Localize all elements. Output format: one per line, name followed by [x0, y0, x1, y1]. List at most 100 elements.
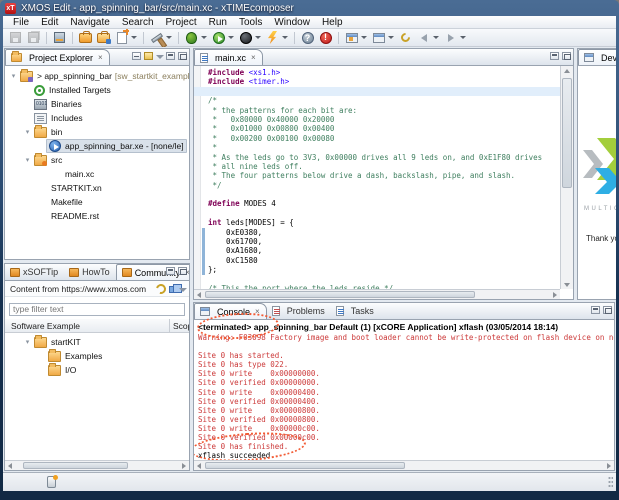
- editor-hscrollbar[interactable]: [194, 289, 560, 299]
- debug-perspective-dropdown[interactable]: [388, 36, 394, 39]
- menu-run[interactable]: Run: [203, 17, 233, 28]
- twisty-icon[interactable]: ▾: [23, 156, 32, 164]
- new-wizard-button[interactable]: [113, 30, 130, 46]
- tree-item-i-o[interactable]: I/O: [5, 363, 189, 377]
- editor-vscrollbar[interactable]: [560, 66, 573, 289]
- tab-main-xc[interactable]: main.xc ×: [194, 49, 263, 65]
- scroll-left-icon[interactable]: [194, 290, 204, 299]
- twisty-icon[interactable]: ▾: [23, 128, 32, 136]
- close-icon[interactable]: ×: [251, 53, 256, 62]
- tree-item-binaries[interactable]: Binaries: [5, 97, 189, 111]
- tab-howto[interactable]: HowTo: [64, 264, 116, 280]
- profile-dropdown[interactable]: [255, 36, 261, 39]
- tree-item-main-xc[interactable]: main.xc: [5, 167, 189, 181]
- debug-button[interactable]: [183, 30, 200, 46]
- tab-develop[interactable]: Develop: [578, 49, 616, 65]
- tab-problems[interactable]: Problems: [267, 303, 331, 319]
- tree-item-bin[interactable]: ▾bin: [5, 125, 189, 139]
- maximize-icon[interactable]: [603, 306, 612, 314]
- tree-item-includes[interactable]: Includes: [5, 111, 189, 125]
- back-button[interactable]: [415, 30, 432, 46]
- help-button[interactable]: ?: [299, 30, 316, 46]
- import-button[interactable]: [51, 30, 68, 46]
- refresh-icon[interactable]: [154, 282, 168, 296]
- minimize-icon[interactable]: [166, 267, 175, 275]
- menu-navigate[interactable]: Navigate: [64, 17, 115, 28]
- tree-item-makefile[interactable]: Makefile: [5, 195, 189, 209]
- collapse-all-icon[interactable]: [132, 52, 141, 60]
- tab-xsoftip[interactable]: xSOFTip: [5, 264, 64, 280]
- new-xmos-project-button[interactable]: [95, 30, 112, 46]
- flash-button[interactable]: [264, 30, 281, 46]
- save-button[interactable]: [7, 30, 24, 46]
- link-with-editor-icon[interactable]: [144, 52, 153, 60]
- tree-item-startkit-xn[interactable]: STARTKIT.xn: [5, 181, 189, 195]
- tree-item-readme-rst[interactable]: README.rst: [5, 209, 189, 223]
- resize-grip-icon[interactable]: [608, 476, 613, 488]
- stop-button[interactable]: !: [317, 30, 334, 46]
- debug-dropdown[interactable]: [201, 36, 207, 39]
- scroll-left-icon[interactable]: [5, 461, 15, 470]
- tab-tasks[interactable]: Tasks: [331, 303, 380, 319]
- run-dropdown[interactable]: [228, 36, 234, 39]
- code-editor[interactable]: #include <xs1.h>#include <timer.h> /* * …: [194, 66, 560, 289]
- scroll-thumb[interactable]: [562, 78, 572, 188]
- tab-console[interactable]: Console ×: [194, 303, 267, 319]
- scroll-right-icon[interactable]: [604, 461, 614, 470]
- open-perspective-button[interactable]: [343, 30, 360, 46]
- tree-item-examples[interactable]: Examples: [5, 349, 189, 363]
- console-hscrollbar[interactable]: [194, 460, 614, 470]
- maximize-icon[interactable]: [178, 52, 187, 60]
- column-header[interactable]: Software Example Scope: [5, 319, 189, 333]
- twisty-icon[interactable]: ▾: [23, 338, 32, 346]
- menu-edit[interactable]: Edit: [35, 17, 64, 28]
- forward-dropdown[interactable]: [460, 36, 466, 39]
- view-menu-icon[interactable]: [156, 52, 163, 60]
- new-wizard-dropdown[interactable]: [131, 36, 137, 39]
- menu-window[interactable]: Window: [268, 17, 316, 28]
- menu-tools[interactable]: Tools: [233, 17, 268, 28]
- tree-item-startkit[interactable]: ▾startKIT: [5, 335, 189, 349]
- maximize-icon[interactable]: [562, 52, 571, 60]
- scroll-thumb[interactable]: [23, 462, 128, 469]
- save-all-button[interactable]: [25, 30, 42, 46]
- new-project-button[interactable]: [77, 30, 94, 46]
- profile-button[interactable]: [237, 30, 254, 46]
- tab-project-explorer[interactable]: Project Explorer ×: [5, 49, 110, 65]
- tree-item-src[interactable]: ▾src: [5, 153, 189, 167]
- tree-item-installed-targets[interactable]: Installed Targets: [5, 83, 189, 97]
- title-bar[interactable]: xT XMOS Edit - app_spinning_bar/src/main…: [0, 0, 619, 16]
- debug-perspective-button[interactable]: [370, 30, 387, 46]
- sync-icon[interactable]: [169, 286, 176, 293]
- menu-search[interactable]: Search: [116, 17, 160, 28]
- community-hscrollbar[interactable]: [5, 460, 189, 470]
- maximize-icon[interactable]: [178, 267, 187, 275]
- device-status-icon[interactable]: [47, 476, 56, 488]
- scroll-right-icon[interactable]: [179, 461, 189, 470]
- scroll-thumb[interactable]: [205, 291, 475, 298]
- scroll-thumb[interactable]: [205, 462, 405, 469]
- build-button[interactable]: [148, 30, 165, 46]
- console-output[interactable]: <terminated> app_spinning_bar Default (1…: [194, 320, 614, 460]
- flash-dropdown[interactable]: [282, 36, 288, 39]
- minimize-icon[interactable]: [166, 52, 175, 60]
- minimize-icon[interactable]: [591, 306, 600, 314]
- tree-item-app-spinning-bar[interactable]: ▾> app_spinning_bar[sw_startkit_examples…: [5, 69, 189, 83]
- menu-file[interactable]: File: [7, 17, 35, 28]
- forward-button[interactable]: [442, 30, 459, 46]
- close-icon[interactable]: ×: [255, 307, 260, 316]
- scroll-right-icon[interactable]: [550, 290, 560, 299]
- menu-help[interactable]: Help: [316, 17, 349, 28]
- menu-project[interactable]: Project: [160, 17, 203, 28]
- scroll-up-icon[interactable]: [562, 66, 572, 75]
- back-dropdown[interactable]: [433, 36, 439, 39]
- scroll-left-icon[interactable]: [194, 461, 204, 470]
- perspective-dropdown[interactable]: [361, 36, 367, 39]
- minimize-icon[interactable]: [550, 52, 559, 60]
- run-button[interactable]: [210, 30, 227, 46]
- view-menu-icon[interactable]: [179, 285, 186, 293]
- filter-input[interactable]: [9, 303, 185, 316]
- scroll-down-icon[interactable]: [562, 280, 572, 289]
- build-dropdown[interactable]: [166, 36, 172, 39]
- last-edit-location-button[interactable]: [397, 30, 414, 46]
